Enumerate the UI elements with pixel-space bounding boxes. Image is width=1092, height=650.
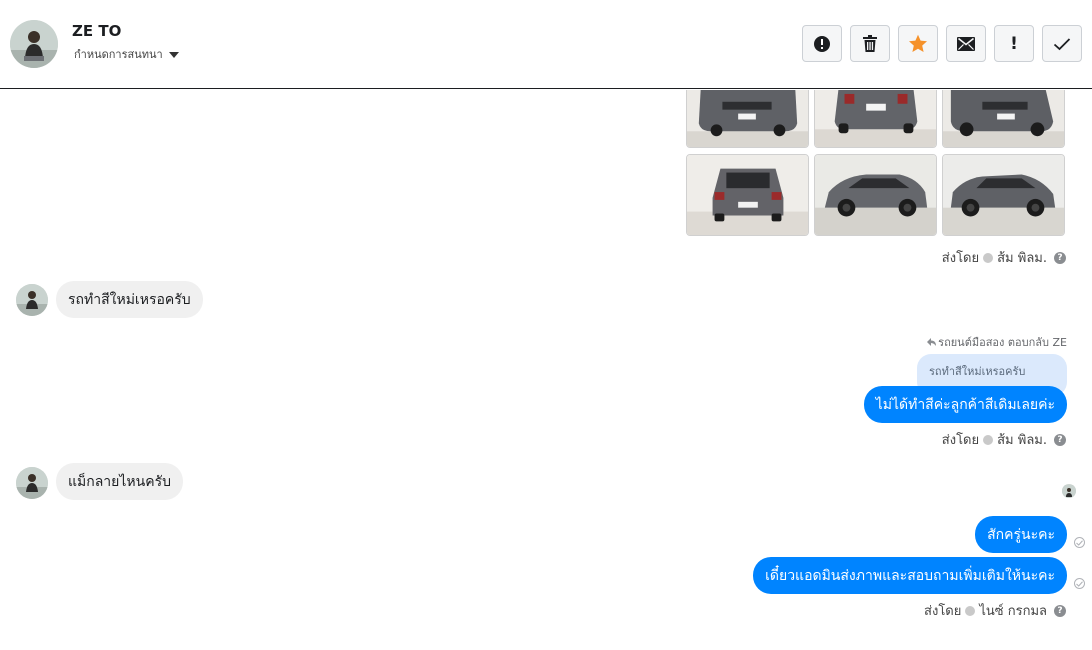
photo-attachment-grid [686, 90, 1066, 236]
car-photo[interactable] [942, 154, 1065, 236]
help-icon[interactable]: ? [1054, 251, 1066, 264]
done-button[interactable] [1042, 25, 1082, 62]
help-icon[interactable]: ? [1054, 433, 1066, 446]
assign-label: กำหนดการสนทนา [74, 48, 163, 61]
sender-avatar [16, 284, 48, 316]
sender-avatar [16, 467, 48, 499]
contact-name: ZE TO [72, 22, 122, 40]
agent-check-icon [983, 252, 994, 263]
car-photo[interactable] [686, 154, 809, 236]
contact-avatar[interactable] [10, 20, 58, 68]
star-icon [909, 34, 927, 52]
conversation-actions: ! [802, 25, 1082, 62]
reply-context: รถยนต์มือสอง ตอบกลับ ZE [927, 333, 1067, 351]
conversation-header: ZE TO กำหนดการสนทนา ! [0, 0, 1092, 89]
seen-avatar [1062, 484, 1076, 498]
delivered-icon [1074, 578, 1085, 589]
agent-check-icon [983, 434, 994, 445]
reply-arrow-icon [927, 338, 937, 346]
delete-button[interactable] [850, 25, 890, 62]
alert-circle-icon [814, 35, 830, 52]
car-photo[interactable] [814, 154, 937, 236]
important-button[interactable]: ! [994, 25, 1034, 62]
checkmark-icon [1053, 37, 1071, 50]
trash-icon [863, 34, 877, 52]
help-icon[interactable]: ? [1054, 604, 1066, 617]
car-photo[interactable] [814, 90, 937, 148]
outgoing-message[interactable]: สักครู่นะคะ [975, 516, 1067, 553]
sent-by-label: ส่งโดย ส้ม พิลม. ? [942, 247, 1066, 268]
sent-by-label: ส่งโดย ไนซ์ กรกมล ? [924, 600, 1066, 621]
envelope-icon [957, 36, 975, 51]
exclamation-icon: ! [1010, 33, 1018, 54]
outgoing-message[interactable]: ไม่ได้ทำสีค่ะลูกค้าสีเดิมเลยค่ะ [863, 386, 1067, 423]
car-photo[interactable] [686, 90, 809, 148]
outgoing-message[interactable]: เดี๋ยวแอดมินส่งภาพและสอบถามเพิ่มเติมให้น… [753, 557, 1067, 594]
sent-by-label: ส่งโดย ส้ม พิลม. ? [942, 429, 1066, 450]
assign-conversation-dropdown[interactable]: กำหนดการสนทนา [74, 45, 179, 63]
incoming-message[interactable]: แม็กลายไหนครับ [56, 463, 183, 500]
report-button[interactable] [802, 25, 842, 62]
incoming-message[interactable]: รถทำสีใหม่เหรอครับ [56, 281, 203, 318]
star-button[interactable] [898, 25, 938, 62]
delivered-icon [1074, 537, 1085, 548]
agent-check-icon [965, 605, 976, 616]
message-thread[interactable]: ส่งโดย ส้ม พิลม. ? รถทำสีใหม่เหรอครับ รถ… [0, 90, 1092, 650]
caret-down-icon [168, 51, 179, 58]
car-photo[interactable] [942, 90, 1065, 148]
mark-unread-button[interactable] [946, 25, 986, 62]
